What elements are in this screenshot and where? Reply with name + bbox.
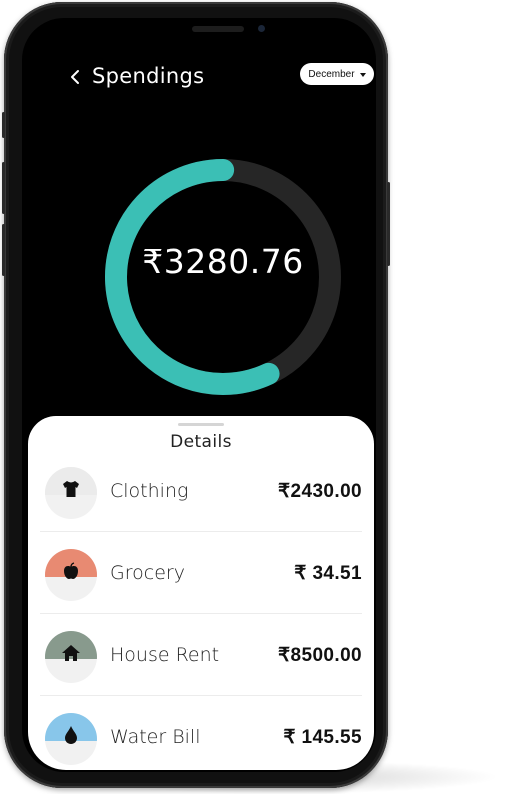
category-icon	[45, 549, 97, 601]
list-item-water-bill[interactable]: Water Bill ₹ 145.55	[40, 696, 362, 770]
apple-icon	[64, 562, 78, 579]
chevron-left-icon[interactable]	[64, 64, 88, 90]
speaker-grille	[192, 26, 244, 32]
list-item-grocery[interactable]: Grocery ₹ 34.51	[40, 532, 362, 614]
category-icon	[45, 713, 97, 765]
phone-frame: Spendings December ₹3280.76 Details Clot…	[2, 2, 390, 788]
mute-switch	[2, 112, 5, 138]
category-name: House Rent	[110, 644, 220, 666]
water-drop-icon	[65, 726, 77, 744]
month-select-value: December	[308, 68, 355, 80]
details-title: Details	[170, 432, 232, 452]
category-icon	[45, 631, 97, 683]
caret-down-icon	[359, 72, 366, 77]
page-title: Spendings	[92, 64, 205, 88]
category-amount: ₹ 145.55	[283, 727, 362, 748]
category-name: Water Bill	[110, 726, 201, 748]
details-sheet: Details Clothing ₹2430.00 Grocery ₹ 34.5…	[28, 416, 374, 770]
total-spending-amount: ₹3280.76	[142, 242, 304, 281]
front-camera	[258, 25, 265, 32]
power-button	[387, 182, 390, 266]
list-item-clothing[interactable]: Clothing ₹2430.00	[40, 450, 362, 532]
house-icon	[62, 645, 80, 661]
category-name: Grocery	[110, 562, 185, 584]
list-item-house-rent[interactable]: House Rent ₹8500.00	[40, 614, 362, 696]
category-amount: ₹ 34.51	[294, 563, 362, 584]
notch	[160, 20, 256, 46]
sheet-drag-handle[interactable]	[178, 423, 224, 426]
category-amount: ₹8500.00	[278, 645, 362, 666]
category-name: Clothing	[110, 480, 189, 502]
volume-down-button	[2, 224, 5, 276]
category-icon	[45, 467, 97, 519]
category-amount: ₹2430.00	[278, 481, 362, 502]
month-select[interactable]: December	[300, 63, 374, 85]
volume-up-button	[2, 162, 5, 214]
tshirt-icon	[63, 481, 79, 497]
